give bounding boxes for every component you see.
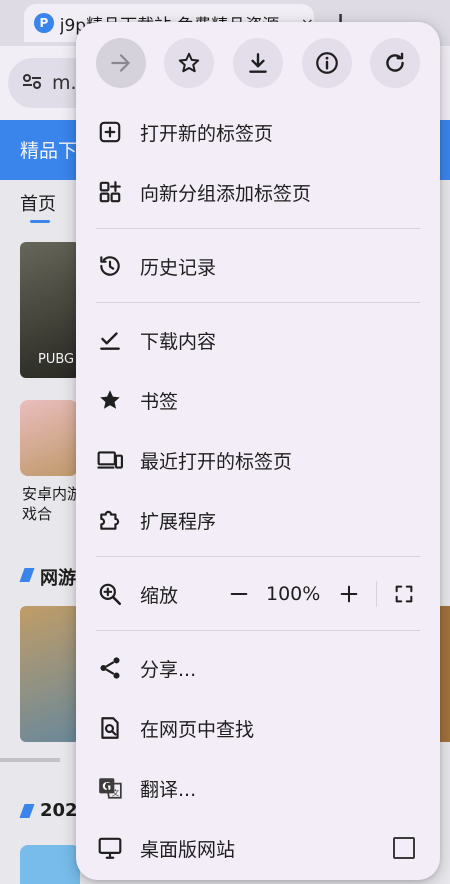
plus-icon bbox=[340, 585, 358, 603]
star-outline-icon bbox=[178, 52, 200, 73]
puzzle-icon bbox=[96, 506, 124, 534]
menu-item-new-tab[interactable]: 打开新的标签页 bbox=[76, 104, 440, 160]
minus-icon bbox=[230, 592, 248, 596]
menu-item-extensions[interactable]: 扩展程序 bbox=[76, 492, 440, 548]
history-icon bbox=[96, 252, 124, 280]
menu-item-label: 翻译... bbox=[140, 778, 197, 801]
menu-item-zoom: 缩放 100% bbox=[76, 566, 440, 622]
refresh-icon bbox=[386, 52, 404, 72]
menu-item-label: 历史记录 bbox=[140, 256, 217, 279]
menu-item-share[interactable]: 分享... bbox=[76, 640, 440, 696]
page-info-button[interactable] bbox=[302, 38, 352, 88]
menu-item-label: 桌面版网站 bbox=[140, 838, 236, 861]
downloads-check-icon bbox=[96, 326, 124, 354]
menu-item-recent-tabs[interactable]: 最近打开的标签页 bbox=[76, 432, 440, 488]
zoom-level: 100% bbox=[266, 583, 321, 605]
svg-text:文: 文 bbox=[112, 788, 120, 798]
menu-item-find-in-page[interactable]: 在网页中查找 bbox=[76, 700, 440, 756]
menu-item-label: 分享... bbox=[140, 658, 197, 681]
menu-item-add-tab-to-group[interactable]: 向新分组添加标签页 bbox=[76, 164, 440, 220]
menu-divider bbox=[96, 228, 420, 229]
download-button[interactable] bbox=[233, 38, 283, 88]
menu-item-downloads[interactable]: 下载内容 bbox=[76, 312, 440, 368]
zoom-separator bbox=[376, 581, 377, 607]
monitor-icon bbox=[96, 834, 124, 862]
forward-button[interactable] bbox=[96, 38, 146, 88]
star-filled-icon bbox=[96, 386, 124, 414]
menu-item-label: 最近打开的标签页 bbox=[140, 450, 293, 473]
fullscreen-icon bbox=[395, 585, 413, 603]
menu-item-label: 在网页中查找 bbox=[140, 718, 255, 741]
arrow-right-icon bbox=[111, 54, 130, 72]
zoom-in-button[interactable] bbox=[336, 581, 362, 607]
browser-overflow-menu: 打开新的标签页 向新分组添加标签页 历史记录 下载内容 书签 最近打开的标签页 bbox=[76, 22, 440, 880]
menu-action-row bbox=[76, 38, 440, 90]
menu-item-bookmarks[interactable]: 书签 bbox=[76, 372, 440, 428]
menu-divider bbox=[96, 556, 420, 557]
desktop-site-checkbox[interactable] bbox=[393, 837, 415, 859]
menu-item-label: 扩展程序 bbox=[140, 510, 217, 533]
menu-item-history[interactable]: 历史记录 bbox=[76, 238, 440, 294]
menu-item-label: 下载内容 bbox=[140, 330, 217, 353]
tab-group-icon bbox=[96, 178, 124, 206]
devices-icon bbox=[96, 446, 124, 474]
bookmark-button[interactable] bbox=[164, 38, 214, 88]
translate-icon: G文 bbox=[96, 774, 124, 802]
menu-divider bbox=[96, 630, 420, 631]
reload-button[interactable] bbox=[370, 38, 420, 88]
menu-divider bbox=[96, 302, 420, 303]
menu-item-label: 向新分组添加标签页 bbox=[140, 182, 312, 205]
share-icon bbox=[96, 654, 124, 682]
menu-item-translate[interactable]: G文 翻译... bbox=[76, 760, 440, 816]
new-tab-icon bbox=[96, 118, 124, 146]
fullscreen-button[interactable] bbox=[391, 581, 417, 607]
menu-item-label: 缩放 bbox=[140, 584, 179, 607]
zoom-in-icon bbox=[96, 580, 124, 608]
zoom-out-button[interactable] bbox=[226, 581, 252, 607]
menu-item-desktop-site[interactable]: 桌面版网站 bbox=[76, 820, 440, 876]
find-in-page-icon bbox=[96, 714, 124, 742]
menu-item-label: 书签 bbox=[140, 390, 179, 413]
info-icon bbox=[316, 52, 338, 74]
download-icon bbox=[249, 53, 267, 73]
menu-item-label: 打开新的标签页 bbox=[140, 122, 274, 145]
